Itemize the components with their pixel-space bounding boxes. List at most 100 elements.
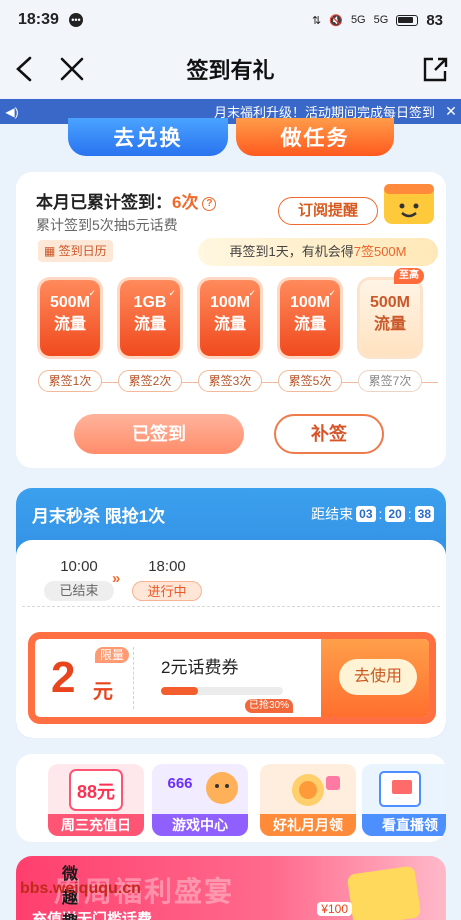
top-action-buttons: 去兑换 做任务 [0, 118, 461, 158]
countdown-hours: 03 [356, 506, 376, 522]
share-icon[interactable] [421, 54, 449, 84]
reward-type: 流量 [133, 316, 166, 333]
coupon-divider [133, 647, 134, 709]
quick-entry-label: 游戏中心 [152, 814, 248, 836]
banner-subtitle: 充值送无门槛话费 [32, 911, 153, 920]
exchange-button[interactable]: 去兑换 [68, 118, 228, 156]
tip-highlight: 7签500M [353, 244, 407, 259]
reward-badge: 至高 [394, 268, 424, 284]
makeup-signin-button[interactable]: 补签 [274, 414, 384, 454]
signin-count: 6次 [172, 193, 199, 212]
quick-entries: 88元 周三充值日 666 游戏中心 好礼月月领 看直播领 [16, 754, 446, 842]
check-icon: ✓ [88, 288, 96, 298]
live-stream-icon [379, 771, 421, 807]
page-title: 签到有礼 [186, 58, 275, 83]
countdown-minutes: 20 [385, 506, 405, 522]
slot-time: 18:00 [148, 558, 186, 575]
grab-percent: 已抢30% [245, 699, 294, 713]
quick-entry-monthly-gift[interactable]: 好礼月月领 [260, 764, 356, 836]
limited-badge: 限量 [95, 647, 130, 663]
divider [22, 606, 440, 607]
mute-icon: 🔇 [329, 14, 343, 27]
day-label: 累签7次 [358, 370, 422, 392]
check-icon: ✓ [168, 288, 176, 298]
reward-card: 至高 500M 流量 [360, 268, 424, 356]
slot-status: 已结束 [44, 581, 114, 601]
back-icon[interactable] [12, 54, 38, 84]
reward-card: ✓ 100M 流量 [200, 280, 260, 356]
check-icon: ✓ [328, 288, 336, 298]
gift-box-icon [292, 774, 340, 806]
quick-entry-tag: 88元 [77, 782, 115, 802]
signin-calendar-label: 签到日历 [58, 244, 107, 258]
help-icon[interactable]: ? [202, 196, 217, 211]
signin-tip: 再签到1天，有机会得7签500M [198, 238, 438, 266]
gift-icon [346, 865, 422, 920]
subscribe-reminder-button[interactable]: 订阅提醒 [278, 197, 378, 225]
coupon-card: 2 元 限量 2元话费券 已抢30% 去使用 [28, 632, 436, 724]
signin-card: 本月已累计签到：6次? 累计签到5次抽5元话费 订阅提醒 ▦ 签到日历 再签到1… [16, 172, 446, 468]
grab-progress-fill [161, 687, 198, 695]
use-coupon-area: 去使用 [321, 639, 429, 717]
tip-text: 再签到1天，有机会得 [229, 244, 354, 259]
signed-button[interactable]: 已签到 [74, 414, 244, 454]
reward-type: 流量 [373, 316, 406, 333]
reward-type: 流量 [293, 316, 326, 333]
day-label: 累签2次 [118, 370, 182, 392]
day-label: 累签1次 [38, 370, 102, 392]
status-icons: ⇅ 🔇 5G 5G 83 [312, 12, 443, 29]
reward-type: 流量 [53, 316, 86, 333]
use-coupon-button[interactable]: 去使用 [339, 659, 417, 695]
quick-entry-label: 好礼月月领 [260, 814, 356, 836]
signin-calendar-link[interactable]: ▦ 签到日历 [38, 240, 113, 262]
battery-icon [396, 14, 419, 26]
signin-subtitle: 累计签到5次抽5元话费 [36, 217, 178, 233]
slot-status: 进行中 [132, 581, 202, 601]
signal-2-label: 5G [373, 14, 389, 26]
flash-sale-section: 月末秒杀 限抢1次 距结束 03: 20: 38 10:00 已结束 » 18:… [16, 488, 446, 738]
quick-entry-game-center[interactable]: 666 游戏中心 [152, 764, 248, 836]
double-chevron-icon: » [112, 570, 121, 587]
day-label: 累签3次 [198, 370, 262, 392]
quick-entry-label: 周三充值日 [48, 814, 144, 836]
quick-entry-live-stream[interactable]: 看直播领 [362, 764, 446, 836]
quick-entry-label: 看直播领 [362, 814, 446, 836]
banner-price-tag: ¥100 [317, 902, 352, 916]
quick-entry-recharge-day[interactable]: 88元 周三充值日 [48, 764, 144, 836]
time-slot[interactable]: 18:00 进行中 [132, 558, 202, 601]
reward-amount: 500M [369, 294, 411, 311]
signin-title: 本月已累计签到：6次? [36, 188, 217, 213]
calendar-mascot-icon [384, 184, 434, 224]
day-label: 累签5次 [278, 370, 342, 392]
signin-title-label: 本月已累计签到： [36, 193, 172, 212]
countdown: 距结束 03: 20: 38 [311, 504, 434, 524]
speaker-icon: ◀) [5, 104, 19, 119]
nav-bar: 签到有礼 [0, 40, 461, 98]
coupon-amount: 2 [51, 653, 76, 702]
status-bar: 18:39 ••• ⇅ 🔇 5G 5G 83 [0, 0, 461, 40]
time-slot[interactable]: 10:00 已结束 [44, 558, 114, 601]
reward-card: ✓ 1GB 流量 [120, 280, 180, 356]
close-icon[interactable] [58, 54, 86, 84]
quick-entry-tag: 666 [167, 775, 192, 792]
reward-card: ✓ 100M 流量 [280, 280, 340, 356]
status-time: 18:39 [18, 11, 59, 28]
signal-1-label: 5G [350, 14, 366, 26]
countdown-seconds: 38 [414, 506, 434, 522]
flash-sale-title: 月末秒杀 限抢1次 [32, 507, 166, 526]
coupon-name: 2元话费券 [161, 658, 239, 677]
slot-time: 10:00 [60, 558, 98, 575]
reward-type: 流量 [213, 316, 246, 333]
flash-sale-body: 10:00 已结束 » 18:00 进行中 2 元 限量 2元话费券 已抢30%… [16, 532, 446, 738]
reward-card: ✓ 500M 流量 [40, 280, 100, 356]
grab-progress-bar [161, 687, 283, 695]
game-mascot-icon: 666 [167, 772, 238, 804]
wifi-speed-icon: ⇅ [312, 14, 322, 27]
countdown-label: 距结束 [311, 506, 354, 522]
battery-percent: 83 [426, 11, 443, 29]
task-button[interactable]: 做任务 [236, 118, 394, 156]
watermark-line2: bbs.weiququ.cn [20, 880, 141, 897]
notification-icon: ••• [68, 13, 83, 27]
coupon-unit: 元 [93, 681, 113, 703]
check-icon: ✓ [248, 288, 256, 298]
